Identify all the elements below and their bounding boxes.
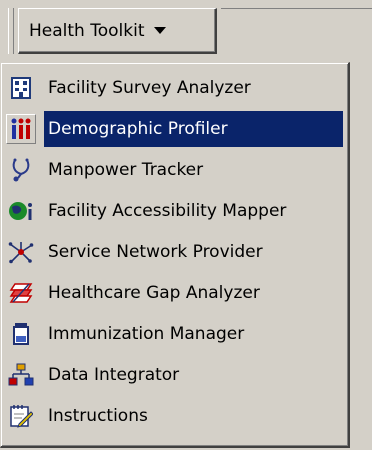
menu-item-label: Service Network Provider <box>48 241 263 262</box>
stethoscope-icon <box>6 155 36 185</box>
menu-item-label: Demographic Profiler <box>44 110 343 147</box>
globe-info-icon <box>6 196 36 226</box>
toolbar-grip[interactable] <box>8 8 14 54</box>
vial-icon <box>6 319 36 349</box>
health-toolkit-menu-button[interactable]: Health Toolkit <box>18 8 217 54</box>
menu-item-healthcare-gap-analyzer[interactable]: Healthcare Gap Analyzer <box>4 272 345 313</box>
menu-item-facility-survey-analyzer[interactable]: Facility Survey Analyzer <box>4 67 345 108</box>
menu-item-label: Immunization Manager <box>48 323 245 344</box>
toolbar: Health Toolkit <box>0 0 372 62</box>
notepad-pencil-icon <box>6 401 36 431</box>
network-star-icon <box>6 237 36 267</box>
demographic-people-icon <box>6 113 36 144</box>
toolbar-separator <box>221 8 372 55</box>
menu-item-label: Data Integrator <box>48 364 180 385</box>
health-toolkit-dropdown-menu: Facility Survey Analyzer Demographic Pro… <box>0 62 350 448</box>
menu-item-immunization-manager[interactable]: Immunization Manager <box>4 313 345 354</box>
dropdown-arrow-icon <box>154 27 167 34</box>
menu-item-service-network-provider[interactable]: Service Network Provider <box>4 231 345 272</box>
hierarchy-icon <box>6 360 36 390</box>
menu-item-facility-accessibility-mapper[interactable]: Facility Accessibility Mapper <box>4 190 345 231</box>
app-frame: Health Toolkit Facility Survey Analyzer <box>0 0 372 450</box>
menu-item-label: Facility Survey Analyzer <box>48 77 251 98</box>
layers-gap-icon <box>6 278 36 308</box>
facility-survey-icon <box>6 73 36 103</box>
menu-item-demographic-profiler[interactable]: Demographic Profiler <box>4 108 345 149</box>
menu-item-instructions[interactable]: Instructions <box>4 395 345 436</box>
menu-item-label: Instructions <box>48 405 148 426</box>
menu-item-data-integrator[interactable]: Data Integrator <box>4 354 345 395</box>
menu-item-label: Manpower Tracker <box>48 159 204 180</box>
menu-item-label: Healthcare Gap Analyzer <box>48 282 260 303</box>
menu-item-label: Facility Accessibility Mapper <box>48 200 287 221</box>
health-toolkit-label: Health Toolkit <box>29 20 145 41</box>
menu-item-manpower-tracker[interactable]: Manpower Tracker <box>4 149 345 190</box>
